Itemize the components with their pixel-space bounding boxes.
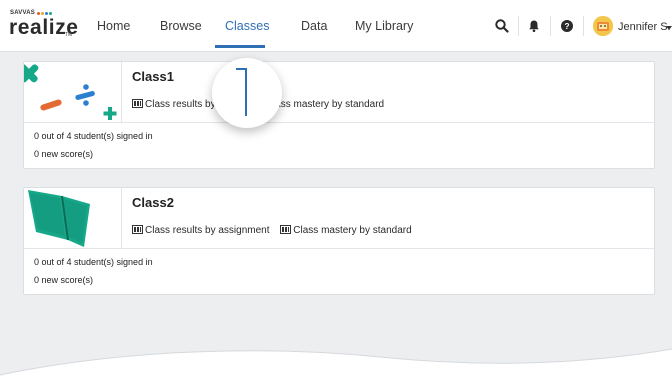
new-scores: 0 new score(s) [34,275,94,285]
search-icon[interactable] [494,18,510,34]
class-thumbnail[interactable] [24,188,122,249]
class-name[interactable]: Class1 [132,69,174,84]
header-separator [550,16,551,36]
user-name[interactable]: Jennifer S. [618,21,671,33]
nav-home[interactable]: Home [97,19,130,33]
nav-data[interactable]: Data [301,19,327,33]
class-card: Class1 Class results by a Class mastery … [23,61,655,169]
students-signed-in: 0 out of 4 student(s) signed in [34,257,153,267]
class-card-header: Class2 Class results by assignment Class… [24,188,654,249]
report-icon [132,99,143,108]
help-icon[interactable]: ? [559,18,575,34]
class-report-links: Class results by assignment Class master… [132,225,412,236]
class-thumbnail[interactable] [24,62,122,123]
cursor-mark [245,68,247,116]
top-header: SAVVAS realize TM Home Browse Classes Da… [0,0,672,52]
class-mastery-link[interactable]: Class mastery by standard [280,225,412,236]
class-card: Class2 Class results by assignment Class… [23,187,655,295]
bell-icon[interactable] [526,18,542,34]
nav-browse[interactable]: Browse [160,19,202,33]
students-signed-in: 0 out of 4 student(s) signed in [34,131,153,141]
class-card-header: Class1 Class results by a Class mastery … [24,62,654,123]
logo-trademark: TM [65,32,73,38]
active-nav-underline [215,45,265,48]
svg-text:?: ? [564,21,569,31]
chevron-down-icon[interactable] [666,26,672,30]
book-icon [28,190,90,247]
wave-divider [0,348,672,381]
report-icon [280,225,292,234]
nav-my-library[interactable]: My Library [355,19,413,33]
realize-logo[interactable]: SAVVAS realize TM [9,10,78,40]
class-results-link[interactable]: Class results by assignment [132,225,270,236]
new-scores: 0 new score(s) [34,149,94,159]
class-name[interactable]: Class2 [132,195,174,210]
user-avatar[interactable] [593,16,613,36]
report-icon [132,225,143,234]
header-separator [518,16,519,36]
class-results-link[interactable]: Class results by a [132,99,224,110]
math-symbols-icon [24,64,117,120]
header-separator [583,16,584,36]
nav-classes[interactable]: Classes [225,19,269,33]
magnifier-callout [212,58,282,128]
